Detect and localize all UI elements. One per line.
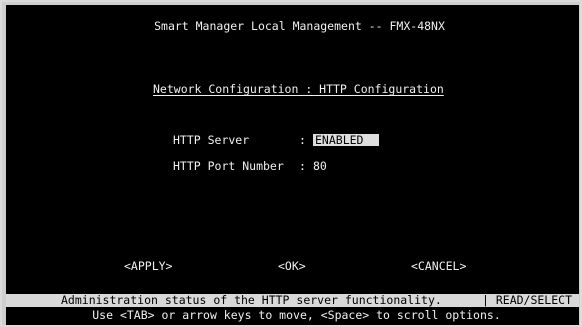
section-title: Network Configuration : HTTP Configurati… — [153, 82, 444, 96]
http-server-select[interactable]: ENABLED — [313, 134, 379, 146]
terminal-frame: Smart Manager Local Management -- FMX-48… — [2, 2, 580, 325]
http-port-separator: : — [299, 159, 306, 173]
apply-button[interactable]: <APPLY> — [124, 260, 172, 273]
cancel-button[interactable]: <CANCEL> — [411, 260, 466, 273]
http-server-separator: : — [299, 133, 306, 147]
action-bar: <APPLY> <OK> <CANCEL> — [6, 260, 579, 273]
http-port-label: HTTP Port Number — [173, 159, 284, 173]
http-server-label: HTTP Server — [173, 133, 250, 147]
terminal-screen: Smart Manager Local Management -- FMX-48… — [6, 5, 579, 325]
page-title: Smart Manager Local Management -- FMX-48… — [154, 19, 445, 33]
http-port-field[interactable]: 80 — [313, 160, 327, 173]
status-bar: Administration status of the HTTP server… — [6, 294, 579, 307]
status-message: Administration status of the HTTP server… — [61, 293, 442, 307]
ok-button[interactable]: <OK> — [278, 260, 306, 273]
status-mode: | READ/SELECT — [482, 293, 573, 307]
key-hint: Use <TAB> or arrow keys to move, <Space>… — [92, 308, 501, 322]
